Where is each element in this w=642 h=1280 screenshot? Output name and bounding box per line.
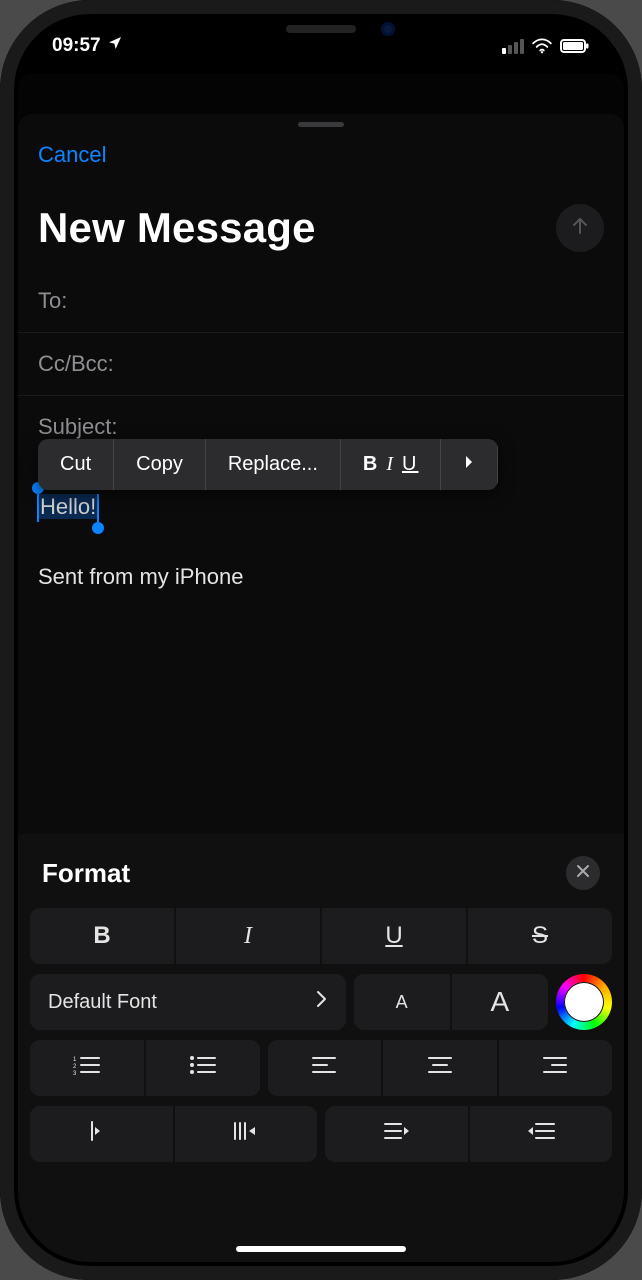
align-left-icon: [311, 1054, 337, 1082]
indent-lines-icon: [231, 1120, 261, 1149]
to-label: To:: [38, 288, 67, 313]
battery-icon: [560, 39, 590, 54]
text-color-button[interactable]: [556, 974, 612, 1030]
increase-indent-button[interactable]: [470, 1106, 613, 1162]
status-time: 09:57: [52, 35, 101, 57]
decrease-indent-icon: [381, 1120, 411, 1149]
strikethrough-button[interactable]: S: [468, 908, 612, 964]
indent-lines-button[interactable]: [175, 1106, 318, 1162]
underline-button[interactable]: U: [322, 908, 466, 964]
context-more[interactable]: [441, 439, 498, 490]
selection-handle-start[interactable]: [37, 494, 39, 522]
context-cut[interactable]: Cut: [38, 439, 114, 490]
format-close-button[interactable]: [566, 856, 600, 890]
increase-indent-icon: [526, 1120, 556, 1149]
outdent-icon: [88, 1120, 114, 1149]
notch: [191, 14, 451, 48]
compose-sheet: Cancel New Message To: Cc/Bcc: Subject:: [18, 114, 624, 1262]
context-replace[interactable]: Replace...: [206, 439, 341, 490]
align-center-button[interactable]: [383, 1040, 496, 1096]
close-icon: [575, 862, 591, 885]
screen: 09:57 Cancel: [18, 18, 624, 1262]
bold-button[interactable]: B: [30, 908, 174, 964]
ccbcc-label: Cc/Bcc:: [38, 351, 114, 376]
device-frame: 09:57 Cancel: [0, 0, 642, 1280]
font-size-decrease-button[interactable]: A: [354, 974, 450, 1030]
format-title: Format: [42, 858, 130, 889]
selected-text: Hello!: [38, 494, 98, 519]
arrow-up-icon: [568, 214, 592, 243]
format-panel: Format B I U S: [18, 834, 624, 1262]
decrease-indent-button[interactable]: [325, 1106, 468, 1162]
send-button[interactable]: [556, 204, 604, 252]
chevron-right-icon: [463, 453, 475, 475]
numbered-list-button[interactable]: 123: [30, 1040, 144, 1096]
compose-title: New Message: [38, 204, 316, 252]
home-indicator[interactable]: [236, 1246, 406, 1252]
text-selection[interactable]: Hello!: [38, 494, 98, 520]
text-context-menu: Cut Copy Replace... B I U: [38, 439, 498, 490]
context-copy[interactable]: Copy: [114, 439, 206, 490]
location-arrow-icon: [107, 35, 123, 57]
subject-label: Subject:: [38, 414, 118, 439]
italic-button[interactable]: I: [176, 908, 320, 964]
align-center-icon: [427, 1054, 453, 1082]
font-name-label: Default Font: [48, 991, 157, 1014]
svg-text:3: 3: [73, 1071, 77, 1076]
numbered-list-icon: 123: [73, 1054, 101, 1083]
bulleted-list-icon: [189, 1054, 217, 1083]
context-biu[interactable]: B I U: [341, 439, 442, 490]
message-body[interactable]: Cut Copy Replace... B I U Hell: [18, 444, 624, 610]
align-left-button[interactable]: [268, 1040, 381, 1096]
chevron-right-icon: [314, 989, 328, 1015]
align-right-icon: [542, 1054, 568, 1082]
ccbcc-field[interactable]: Cc/Bcc:: [18, 333, 624, 396]
svg-text:2: 2: [73, 1064, 77, 1070]
outdent-button[interactable]: [30, 1106, 173, 1162]
wifi-icon: [531, 38, 553, 54]
svg-text:1: 1: [73, 1057, 77, 1063]
to-field[interactable]: To:: [18, 270, 624, 333]
font-size-increase-button[interactable]: A: [452, 974, 548, 1030]
align-right-button[interactable]: [499, 1040, 612, 1096]
sheet-grabber[interactable]: [298, 122, 344, 127]
font-picker-button[interactable]: Default Font: [30, 974, 346, 1030]
subject-field[interactable]: Subject:: [18, 396, 624, 444]
cellular-signal-icon: [502, 39, 524, 54]
cancel-button[interactable]: Cancel: [38, 142, 106, 167]
selection-handle-end[interactable]: [97, 494, 99, 522]
signature-text: Sent from my iPhone: [38, 564, 604, 590]
bulleted-list-button[interactable]: [146, 1040, 260, 1096]
